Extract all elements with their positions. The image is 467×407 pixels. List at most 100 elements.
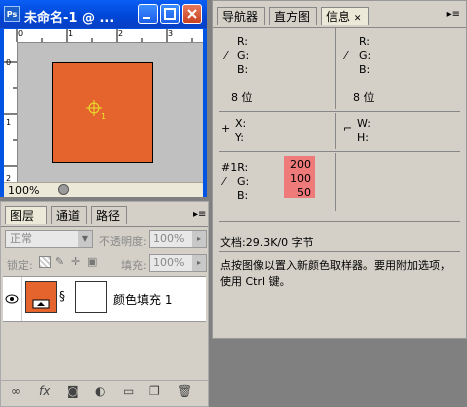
panel-menu-icon[interactable]: ▸≡ — [447, 9, 460, 20]
new-layer-icon[interactable]: ❐ — [149, 384, 160, 398]
divider — [219, 111, 460, 112]
sampler-g-value: 100 — [290, 172, 311, 185]
layer-row[interactable]: § 颜色填充 1 — [3, 276, 206, 322]
chevron-right-icon: ▸ — [192, 255, 206, 271]
tab-navigator[interactable]: 导航器 — [217, 7, 265, 25]
link-icon[interactable]: ∞ — [11, 384, 21, 398]
trash-icon[interactable]: 🗑 — [177, 384, 192, 398]
tab-info[interactable]: 信息 ✕ — [321, 7, 369, 25]
info-tab-row: 导航器 直方图 信息 ✕ ▸≡ — [213, 7, 466, 28]
close-button[interactable] — [182, 4, 202, 24]
lock-pixels-icon[interactable]: ✎ — [55, 255, 64, 268]
vertical-ruler[interactable]: 0 1 2 — [4, 42, 18, 183]
panel-menu-icon[interactable]: ▸≡ — [193, 209, 206, 220]
info-b-label: B: — [237, 63, 249, 76]
tab-label: 信息 — [326, 10, 351, 24]
sampler-b-value: 50 — [297, 186, 311, 199]
tab-label: 导航器 — [222, 10, 259, 24]
opacity-input[interactable]: 100% ▸ — [149, 230, 207, 248]
fill-input[interactable]: 100% ▸ — [149, 254, 207, 272]
lock-position-icon[interactable]: ✛ — [71, 255, 80, 268]
minimize-button[interactable] — [138, 4, 158, 24]
document-title: 未命名-1 @ ... — [24, 11, 115, 26]
lock-transparency-icon[interactable] — [39, 256, 51, 268]
info-w-label: W: — [357, 117, 371, 130]
layers-toolbar: ∞ fx ◙ ◐ ▭ ❐ 🗑 — [1, 380, 208, 403]
bit-depth-left: 8 位 — [231, 91, 253, 104]
status-menu-icon[interactable] — [58, 184, 69, 195]
fill-layer-icon — [32, 299, 50, 309]
layers-panel: 图层 ✕ 通道 路径 ▸≡ 正常 ▼ 不透明度: 100% ▸ 锁定: ✎ ✛ … — [0, 201, 209, 407]
info-x-label: X: — [235, 117, 247, 130]
divider — [335, 113, 336, 149]
fill-label: 填充: — [121, 259, 147, 272]
color-sampler-marker[interactable]: 1 — [86, 99, 110, 121]
tab-channels[interactable]: 通道 — [51, 206, 87, 224]
mask-icon[interactable]: ◙ — [67, 384, 79, 398]
tab-layers[interactable]: 图层 ✕ — [5, 206, 47, 241]
document-statusbar: 100% — [4, 182, 203, 197]
minimize-icon — [143, 17, 150, 19]
tab-label: 直方图 — [274, 10, 311, 24]
info-g-label: G: — [237, 49, 250, 62]
maximize-icon — [164, 8, 176, 20]
ruler-ticks — [16, 29, 193, 42]
info-y-label: Y: — [235, 131, 244, 144]
info-g-label: G: — [359, 49, 372, 62]
visibility-toggle[interactable] — [3, 277, 22, 321]
layer-mask-thumbnail[interactable] — [75, 281, 107, 313]
document-titlebar[interactable]: Ps 未命名-1 @ ... — [0, 0, 207, 28]
tab-label: 路径 — [96, 209, 121, 223]
photoshop-app-icon: Ps — [4, 6, 20, 22]
tab-label: 图层 — [10, 209, 35, 223]
divider — [219, 251, 460, 252]
horizontal-ruler[interactable]: 0 1 2 3 — [4, 29, 203, 43]
link-icon[interactable]: § — [59, 289, 65, 303]
info-b-label: B: — [359, 63, 371, 76]
zoom-level[interactable]: 100% — [8, 184, 39, 197]
sampler-g-label: G: — [237, 175, 250, 188]
layer-name[interactable]: 颜色填充 1 — [113, 291, 172, 308]
layer-thumbnail[interactable] — [25, 281, 57, 313]
maximize-button[interactable] — [160, 4, 180, 24]
tab-histogram[interactable]: 直方图 — [269, 7, 317, 25]
eyedropper-icon[interactable]: ⁄ — [345, 49, 347, 62]
fx-icon[interactable]: fx — [39, 384, 50, 398]
chevron-down-icon: ▼ — [78, 231, 92, 247]
divider — [219, 151, 460, 152]
info-hint-text: 点按图像以置入新颜色取样器。要用附加选项，使用 Ctrl 键。 — [220, 259, 451, 288]
divider — [219, 221, 460, 222]
lock-all-icon[interactable]: ▣ — [87, 255, 97, 268]
blend-mode-select[interactable]: 正常 ▼ — [5, 230, 93, 248]
sampler-r-value: 200 — [290, 158, 311, 171]
lock-label: 锁定: — [7, 259, 33, 272]
opacity-label: 不透明度: — [99, 235, 147, 248]
info-r-label: R: — [237, 35, 249, 48]
opacity-value: 100% — [153, 232, 185, 245]
tab-paths[interactable]: 路径 — [91, 206, 127, 224]
tab-label: 通道 — [56, 209, 81, 223]
fill-value: 100% — [153, 256, 185, 269]
close-icon — [187, 9, 197, 19]
sampler-number: 1 — [101, 112, 106, 121]
bit-depth-right: 8 位 — [353, 91, 375, 104]
layers-tab-row: 图层 ✕ 通道 路径 ▸≡ — [1, 206, 208, 241]
group-folder-icon[interactable]: ▭ — [123, 384, 134, 398]
divider — [335, 27, 336, 109]
eyedropper-icon[interactable]: ⁄ — [223, 175, 225, 188]
close-icon[interactable]: ✕ — [354, 14, 362, 24]
sampler-b-label: B: — [237, 189, 249, 202]
info-r-label: R: — [359, 35, 371, 48]
crosshair-icon: + — [221, 122, 231, 135]
document-size: 文档:29.3K/0 字节 — [220, 236, 314, 249]
document-window: Ps 未命名-1 @ ... 0 1 2 3 0 1 2 — [0, 0, 207, 197]
sampler-values-highlight: 200 100 50 — [284, 156, 315, 199]
sampler-r-label: #1R: — [221, 161, 249, 174]
selection-size-icon: ⌐ — [343, 122, 353, 135]
info-h-label: H: — [357, 131, 369, 144]
adjustment-icon[interactable]: ◐ — [95, 384, 105, 398]
blend-mode-value: 正常 — [10, 232, 32, 245]
eyedropper-icon[interactable]: ⁄ — [225, 49, 227, 62]
chevron-right-icon: ▸ — [192, 231, 206, 247]
ruler-ticks — [4, 61, 17, 167]
